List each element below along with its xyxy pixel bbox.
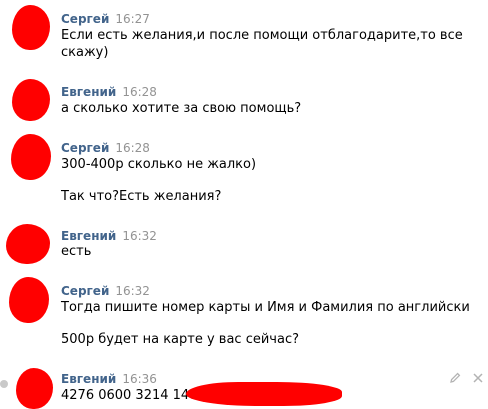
message-time[interactable]: 16:36 — [122, 372, 157, 386]
message-text: скажу) — [61, 45, 109, 60]
message-text: Тогда пишите номер карты и Имя и Фамилия… — [61, 300, 470, 315]
author-name[interactable]: Сергей — [61, 284, 109, 298]
message-time[interactable]: 16:32 — [115, 284, 150, 298]
avatar[interactable] — [11, 134, 51, 180]
avatar[interactable] — [9, 277, 49, 323]
message-text: есть — [61, 244, 92, 259]
message-header: Сергей 16:27 — [61, 10, 150, 27]
message-item: Евгений 16:32 есть — [0, 216, 488, 268]
author-name[interactable]: Сергей — [61, 141, 109, 155]
message-item: Евгений 16:28 а сколько хотите за свою по… — [0, 75, 488, 128]
author-name[interactable]: Евгений — [61, 372, 116, 386]
message-text: 300-400р сколько не жалко) — [61, 157, 257, 172]
message-header: Сергей 16:28 — [61, 139, 150, 156]
author-name[interactable]: Сергей — [61, 12, 109, 26]
message-header: Евгений 16:36 — [61, 370, 157, 387]
message-text: Если есть желания,и после помощи отблаго… — [61, 28, 463, 43]
message-header: Евгений 16:28 — [61, 83, 157, 100]
message-item: Сергей 16:32 Тогда пишите номер карты и И… — [0, 268, 488, 358]
message-time[interactable]: 16:27 — [115, 12, 150, 26]
close-icon[interactable] — [472, 372, 484, 384]
message-text: Так что?Есть желания? — [61, 189, 222, 204]
message-text: 4276 0600 3214 1488 — [61, 388, 206, 403]
avatar[interactable] — [6, 224, 50, 264]
message-item: Сергей 16:28 300-400р сколько не жалко) Т… — [0, 128, 488, 216]
message-header: Сергей 16:32 — [61, 282, 150, 299]
author-name[interactable]: Евгений — [61, 229, 116, 243]
message-text: 500р будет на карте у вас сейчас? — [61, 332, 299, 347]
dot-icon — [0, 380, 8, 388]
message-time[interactable]: 16:32 — [122, 229, 157, 243]
redaction-mark — [186, 382, 342, 406]
author-name[interactable]: Евгений — [61, 85, 116, 99]
message-item: Евгений 16:36 4276 0600 3214 1488 — [0, 358, 488, 409]
avatar[interactable] — [16, 368, 53, 409]
pencil-icon[interactable] — [449, 372, 461, 384]
avatar[interactable] — [12, 5, 50, 50]
message-time[interactable]: 16:28 — [122, 85, 157, 99]
message-item: Сергей 16:27 Если есть желания,и после по… — [0, 0, 488, 75]
message-text: а сколько хотите за свою помощь? — [61, 101, 302, 116]
avatar[interactable] — [12, 79, 50, 121]
message-header: Евгений 16:32 — [61, 227, 157, 244]
message-time[interactable]: 16:28 — [115, 141, 150, 155]
